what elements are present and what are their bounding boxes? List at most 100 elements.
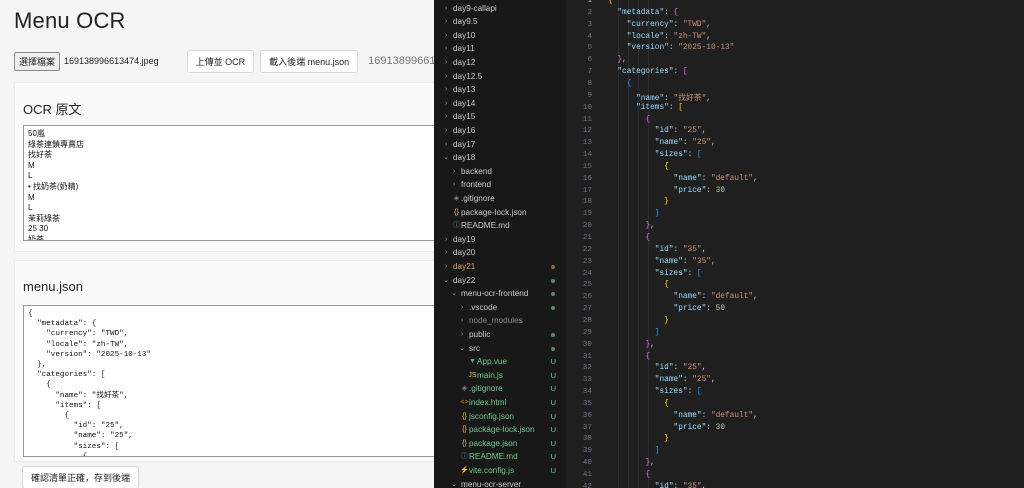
explorer-item[interactable]: › backend bbox=[434, 165, 566, 179]
chevron-right-icon[interactable]: › bbox=[442, 56, 450, 70]
explorer-item[interactable]: ⌄ day18 bbox=[434, 151, 566, 165]
explorer-item[interactable]: {} package-lock.json bbox=[434, 206, 566, 220]
chevron-right-icon[interactable]: › bbox=[442, 42, 450, 56]
explorer-item[interactable]: › day12 bbox=[434, 56, 566, 70]
explorer-item[interactable]: › day15 bbox=[434, 110, 566, 124]
git-status-badge: U bbox=[550, 438, 556, 448]
explorer-item[interactable]: {} package-lock.json U bbox=[434, 423, 566, 437]
chevron-right-icon[interactable]: › bbox=[442, 233, 450, 247]
line-number: 18 bbox=[582, 198, 592, 207]
chevron-right-icon[interactable]: › bbox=[442, 110, 450, 124]
chevron-down-icon[interactable]: ⌄ bbox=[450, 287, 458, 301]
code-line: "sizes": [ bbox=[654, 151, 702, 160]
code-line: "price": 30 bbox=[673, 186, 725, 195]
git-status-badge: U bbox=[550, 452, 556, 462]
json-line: }, bbox=[28, 361, 47, 370]
file-icon: JS bbox=[468, 371, 477, 379]
file-explorer: › day9-callapi › day9.5 › day10 › day11 › day12 › d… bbox=[434, 0, 566, 488]
chevron-right-icon[interactable]: › bbox=[450, 178, 458, 192]
explorer-item[interactable]: › day11 bbox=[434, 42, 566, 56]
code-editor[interactable]: 1 {2 "metadata": {3 "currency": "TWD", 4 "… bbox=[566, 0, 1024, 488]
code-line: "name": "找好茶", bbox=[636, 94, 711, 103]
explorer-item[interactable]: JS main.js U bbox=[434, 369, 566, 383]
code-line: } bbox=[664, 198, 669, 207]
explorer-item-label: main.js bbox=[477, 370, 503, 380]
menu-json-editor[interactable]: { "metadata": { "currency": "TWD", "loca… bbox=[23, 305, 434, 457]
explorer-item-label: package-lock.json bbox=[461, 207, 527, 217]
explorer-item[interactable]: ◈ .gitignore U bbox=[434, 382, 566, 396]
chevron-down-icon[interactable]: ⌄ bbox=[458, 342, 466, 356]
chevron-right-icon[interactable]: › bbox=[458, 301, 466, 315]
explorer-item[interactable]: › .vscode bbox=[434, 301, 566, 315]
json-line: "currency": "TWD", bbox=[28, 330, 129, 339]
explorer-item[interactable]: › day13 bbox=[434, 83, 566, 97]
chevron-right-icon[interactable]: › bbox=[442, 138, 450, 152]
explorer-item[interactable]: › day20 bbox=[434, 246, 566, 260]
explorer-item[interactable]: › day21 bbox=[434, 260, 566, 274]
explorer-item[interactable]: ⓘ README.md bbox=[434, 219, 566, 233]
chevron-right-icon[interactable]: › bbox=[442, 70, 450, 84]
explorer-item[interactable]: ⌄ day22 bbox=[434, 274, 566, 288]
load-menu-json-button[interactable]: 載入後端 menu.json bbox=[260, 49, 359, 73]
chevron-right-icon[interactable]: › bbox=[442, 97, 450, 111]
chevron-right-icon[interactable]: › bbox=[458, 314, 466, 328]
ocr-text-area[interactable]: 50嵐 綠茶連鎖專賣店 找好茶 M L • 找奶茶(奶精) M L 茉莉綠茶 25 30 奶茶 bbox=[23, 125, 434, 241]
upload-ocr-button[interactable]: 上傳並 OCR bbox=[186, 49, 255, 73]
code-line: }, bbox=[645, 222, 655, 231]
chevron-down-icon[interactable]: ⌄ bbox=[442, 151, 450, 165]
code-line: "items": [ bbox=[636, 103, 683, 112]
explorer-item[interactable]: › day9-callapi bbox=[434, 2, 566, 16]
chevron-right-icon[interactable]: › bbox=[442, 83, 450, 97]
explorer-item[interactable]: › day19 bbox=[434, 233, 566, 247]
explorer-item[interactable]: › day12.5 bbox=[434, 70, 566, 84]
explorer-item[interactable]: › day9.5 bbox=[434, 15, 566, 29]
chevron-down-icon[interactable]: ⌄ bbox=[442, 274, 450, 288]
choose-file-button[interactable]: 選擇檔案 bbox=[14, 51, 61, 71]
explorer-item[interactable]: › public bbox=[434, 328, 566, 342]
explorer-item[interactable]: ◈ .gitignore bbox=[434, 192, 566, 206]
line-number: 19 bbox=[582, 210, 592, 219]
explorer-item[interactable]: › day17 bbox=[434, 138, 566, 152]
chevron-right-icon[interactable]: › bbox=[442, 124, 450, 138]
upload-toolbar: 選擇檔案 169138996613474.jpeg 上傳並 OCR 載入後端 m… bbox=[14, 49, 434, 73]
explorer-item[interactable]: {} jsconfig.json U bbox=[434, 410, 566, 424]
chevron-down-icon[interactable]: ⌄ bbox=[450, 478, 458, 488]
explorer-item[interactable]: › day14 bbox=[434, 97, 566, 111]
file-name-label: 169138996613474.jpe bbox=[368, 55, 434, 67]
explorer-item[interactable]: {} package.json U bbox=[434, 437, 566, 451]
explorer-item[interactable]: ⌄ src bbox=[434, 342, 566, 356]
chevron-right-icon[interactable]: › bbox=[442, 246, 450, 260]
explorer-item[interactable]: › node_modules bbox=[434, 314, 566, 328]
chevron-right-icon[interactable]: › bbox=[458, 328, 466, 342]
json-line: { bbox=[28, 412, 70, 421]
ocr-line: L bbox=[28, 171, 33, 181]
explorer-item[interactable]: › day16 bbox=[434, 124, 566, 138]
ocr-line: 奶茶 bbox=[28, 234, 44, 241]
chevron-right-icon[interactable]: › bbox=[442, 15, 450, 29]
modified-dot-icon bbox=[551, 346, 555, 351]
explorer-item[interactable]: ⌄ menu-ocr-frontend bbox=[434, 287, 566, 301]
line-number: 33 bbox=[582, 376, 592, 385]
chevron-right-icon[interactable]: › bbox=[450, 165, 458, 179]
line-number: 11 bbox=[582, 115, 592, 124]
file-icon: {} bbox=[462, 426, 467, 434]
chevron-right-icon[interactable]: › bbox=[442, 260, 450, 274]
explorer-item[interactable]: ⓘ README.md U bbox=[434, 450, 566, 464]
chevron-right-icon[interactable]: › bbox=[442, 29, 450, 43]
code-line: }, bbox=[617, 56, 627, 65]
confirm-save-button[interactable]: 確認清單正確，存到後端 bbox=[22, 466, 140, 488]
explorer-item[interactable]: › frontend bbox=[434, 178, 566, 192]
explorer-item[interactable]: ⌄ menu-ocr-server bbox=[434, 478, 566, 488]
chevron-right-icon[interactable]: › bbox=[442, 2, 450, 16]
line-number: 7 bbox=[587, 68, 592, 77]
file-icon: ⓘ bbox=[453, 222, 460, 230]
explorer-item[interactable]: <> index.html U bbox=[434, 396, 566, 410]
line-number: 5 bbox=[587, 44, 592, 53]
explorer-item[interactable]: › day10 bbox=[434, 29, 566, 43]
ocr-line: 茉莉綠茶 bbox=[28, 213, 60, 223]
explorer-item[interactable]: ▼ App.vue U bbox=[434, 355, 566, 369]
explorer-item[interactable]: ⚡ vite.config.js U bbox=[434, 464, 566, 478]
ocr-line: 25 30 bbox=[28, 224, 49, 234]
code-line: "id": "25", bbox=[654, 127, 707, 136]
line-number: 26 bbox=[582, 293, 592, 302]
